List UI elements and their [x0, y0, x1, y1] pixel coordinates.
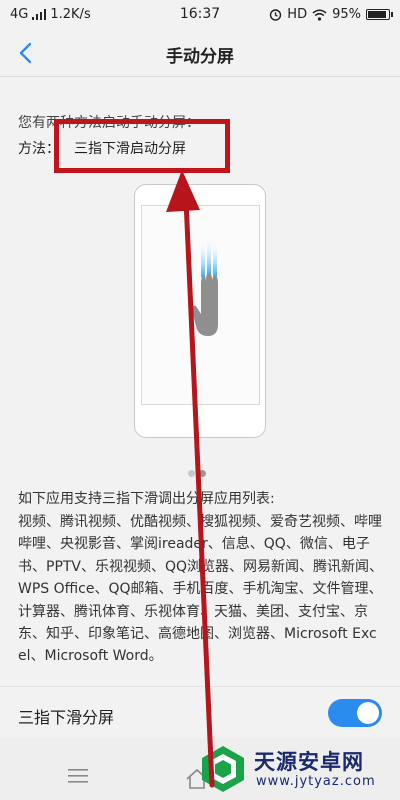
battery-percent: 95% [332, 7, 361, 22]
menu-icon[interactable] [68, 769, 88, 783]
annotation-highlight-box [54, 119, 230, 173]
toggle-knob [357, 702, 379, 724]
header-divider [0, 76, 400, 77]
wifi-icon [312, 9, 327, 21]
status-right: HD 95% [269, 7, 393, 22]
watermark-url: www.jytyaz.com [256, 774, 376, 789]
toggle-label: 三指下滑分屏 [18, 708, 115, 727]
watermark-logo-icon [202, 746, 244, 792]
three-finger-swipe-icon [192, 240, 218, 336]
alarm-icon [270, 9, 282, 21]
watermark-name: 天源安卓网 [254, 750, 364, 774]
phone-illustration [134, 184, 266, 438]
battery-fill [368, 11, 387, 18]
three-finger-split-row[interactable]: 三指下滑分屏 [0, 686, 400, 739]
three-finger-split-toggle[interactable] [328, 699, 382, 727]
page-title: 手动分屏 [166, 47, 234, 67]
header: 手动分屏 [0, 30, 400, 76]
carousel-indicator [188, 470, 206, 477]
carousel-dot[interactable] [188, 470, 195, 477]
supported-apps-list: 视频、腾讯视频、优酷视频、搜狐视频、爱奇艺视频、哔哩哔哩、央视影音、掌阅irea… [18, 514, 384, 665]
status-bar: 4G 1.2K/s 16:37 HD 95% [0, 0, 400, 30]
battery-icon [366, 9, 393, 20]
watermark: 天源安卓网 www.jytyaz.com [198, 742, 394, 796]
phone-screen [141, 205, 260, 405]
carousel-dot[interactable] [199, 470, 206, 477]
apps-title: 如下应用支持三指下滑调出分屏应用列表: [18, 491, 275, 507]
hd-indicator: HD [287, 7, 308, 22]
